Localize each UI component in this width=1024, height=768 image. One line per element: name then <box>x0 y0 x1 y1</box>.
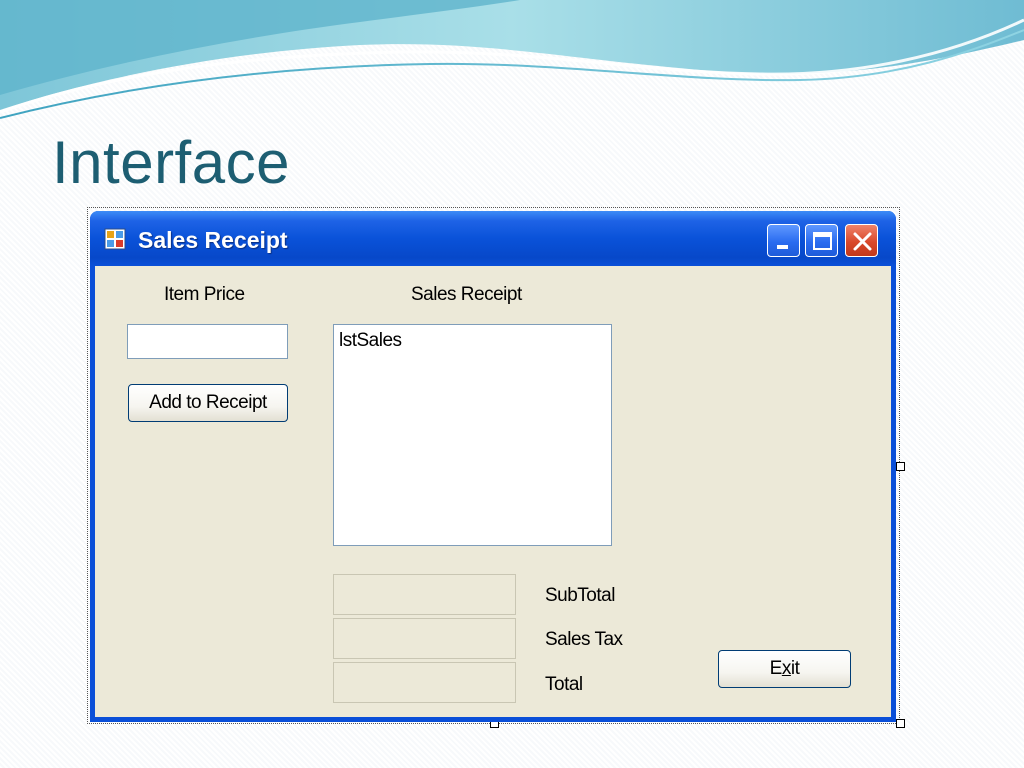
close-icon <box>853 232 872 251</box>
total-label: Total <box>545 674 583 695</box>
form-client-area: Item Price Add to Receipt Sales Receipt … <box>95 266 891 717</box>
add-to-receipt-button[interactable]: Add to Receipt <box>128 384 288 422</box>
sales-tax-label: Sales Tax <box>545 629 623 650</box>
decorative-wave <box>0 0 1024 119</box>
slide-title: Interface <box>52 129 290 196</box>
maximize-button[interactable] <box>805 224 838 257</box>
sales-receipt-window: Sales Receipt Item Price Add to Receipt … <box>90 211 896 722</box>
resize-handle-right[interactable] <box>896 462 905 471</box>
sales-listbox[interactable]: lstSales <box>333 324 612 546</box>
window-title: Sales Receipt <box>138 227 288 253</box>
subtotal-output <box>333 574 516 615</box>
sales-tax-output <box>333 618 516 659</box>
resize-handle-corner[interactable] <box>896 719 905 728</box>
exit-label-start: E <box>769 658 783 679</box>
maximize-icon <box>813 232 832 250</box>
exit-label-end: it <box>790 658 800 679</box>
subtotal-label: SubTotal <box>545 585 615 606</box>
listbox-name-text: lstSales <box>339 330 402 351</box>
exit-button[interactable]: Exit <box>718 650 851 688</box>
exit-mnemonic: x <box>781 658 792 679</box>
total-output <box>333 662 516 703</box>
form-icon <box>104 228 126 250</box>
sales-receipt-label: Sales Receipt <box>411 284 522 305</box>
window-titlebar[interactable]: Sales Receipt <box>90 211 896 266</box>
close-button[interactable] <box>845 224 878 257</box>
item-price-label: Item Price <box>164 284 245 305</box>
minimize-button[interactable] <box>767 224 800 257</box>
item-price-input[interactable] <box>127 324 288 359</box>
minimize-icon <box>777 245 788 249</box>
